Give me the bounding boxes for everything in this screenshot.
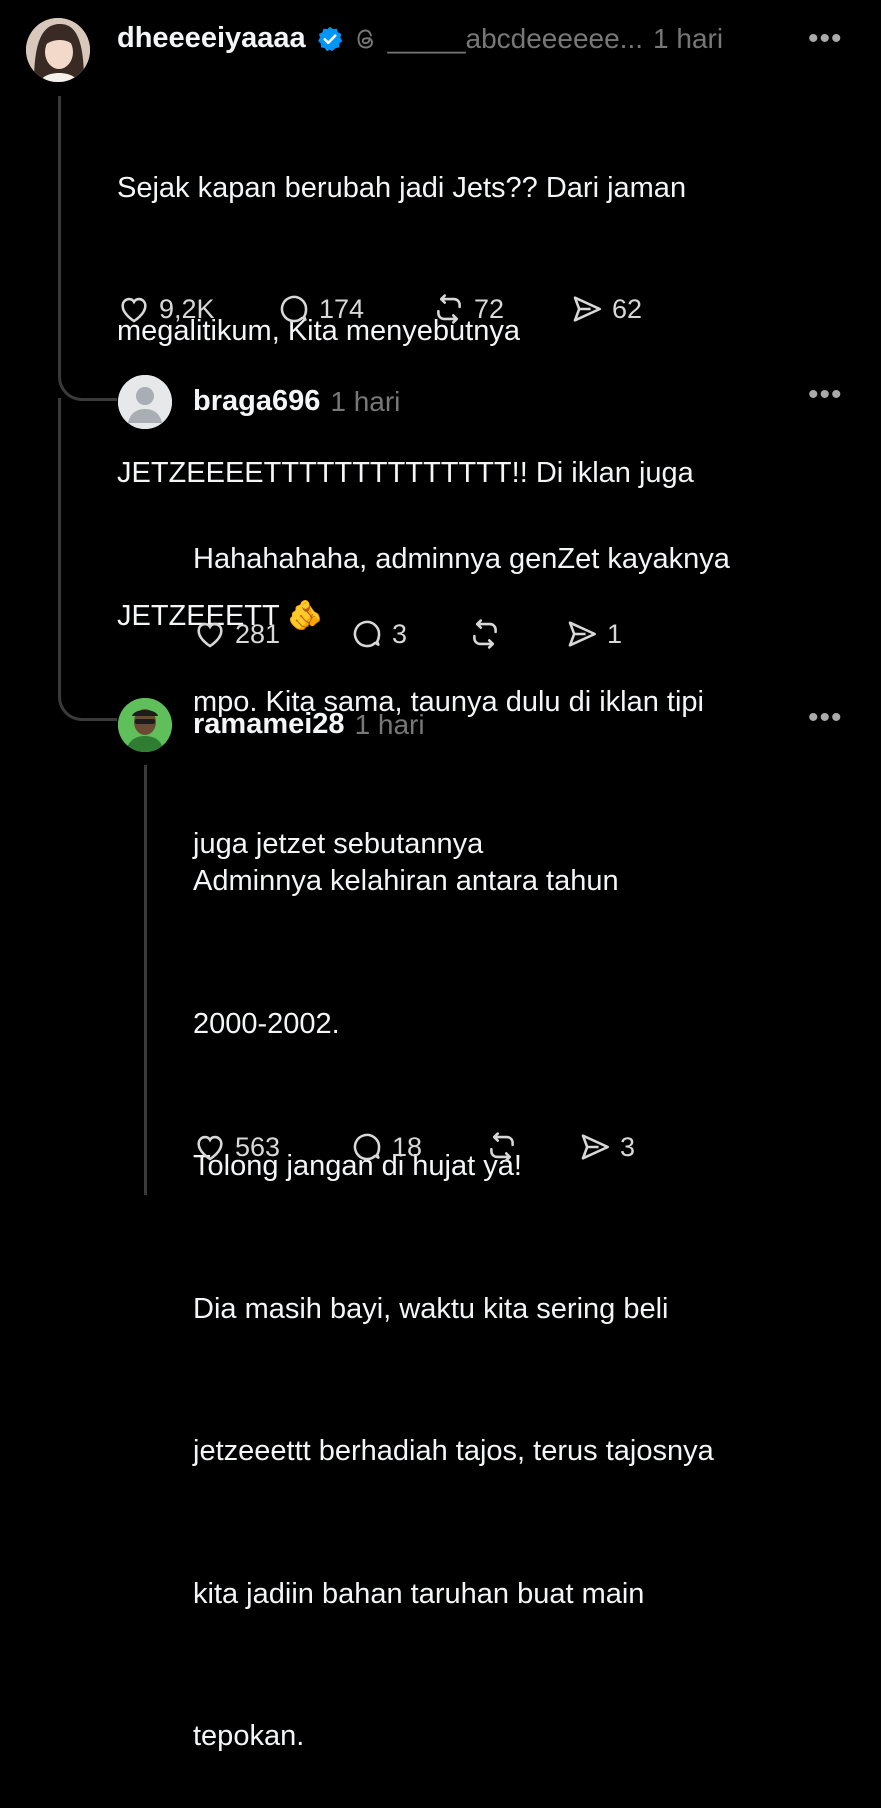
repost-button[interactable] [485,1130,578,1164]
thread-line-main [58,96,61,376]
reply-line: kita jadiin bahan taruhan buat main [193,1577,645,1610]
comment-button[interactable]: 3 [350,617,468,651]
repost-button[interactable] [468,617,565,651]
reply-username[interactable]: braga696 [193,385,320,418]
avatar[interactable] [26,18,90,82]
reply-connector-1 [58,360,117,401]
share-count: 62 [612,293,643,324]
share-send-icon [581,1134,610,1160]
comment-bubble-icon [280,295,308,323]
post-handle[interactable]: _____abcdeeeeee... [388,23,643,55]
comment-bubble-icon [353,620,381,648]
like-count: 563 [235,1131,281,1162]
comment-count: 174 [319,293,365,324]
reply-line: Hahahahaha, adminnya genZet kayaknya [193,543,730,575]
heart-icon [197,1135,223,1161]
repost-count: 72 [474,293,505,324]
post-time: 1 hari [653,22,724,54]
post-username[interactable]: dheeeeiyaaaa [117,22,306,55]
like-button[interactable]: 9,2K [117,292,277,326]
comment-button[interactable]: 174 [277,292,432,326]
repost-icon [473,619,497,649]
share-button[interactable]: 62 [570,292,642,326]
reply-connector-2 [58,680,117,721]
heart-icon [197,622,223,648]
reply-line: tepokan. [193,1720,305,1752]
reply-line: Adminnya kelahiran antara tahun [193,865,619,897]
more-options-icon[interactable]: ••• [808,701,843,735]
share-send-icon [573,296,602,322]
repost-icon [490,1132,514,1162]
reply-time: 1 hari [354,708,425,740]
more-options-icon[interactable]: ••• [808,378,843,412]
more-options-icon[interactable]: ••• [808,22,843,56]
verified-badge-icon [317,26,342,51]
like-count: 9,2K [159,293,215,324]
share-count: 3 [620,1131,636,1162]
repost-icon [437,294,461,324]
reply-time: 1 hari [330,385,401,417]
thread-line-main-lower [58,398,61,688]
heart-icon [121,297,147,323]
comment-count: 18 [392,1131,423,1162]
thread-line-reply-2 [144,765,147,1195]
like-button[interactable]: 281 [193,617,350,651]
repost-button[interactable]: 72 [432,292,570,326]
share-count: 1 [607,618,623,649]
avatar[interactable] [118,375,172,429]
reply-username[interactable]: ramamei28 [193,708,345,741]
reply-line: jetzeeettt berhadiah tajos, terus tajosn… [193,1435,714,1467]
like-count: 281 [235,618,281,649]
avatar[interactable] [118,698,172,752]
comment-button[interactable]: 18 [350,1130,485,1164]
share-send-icon [568,621,597,647]
comment-count: 3 [392,618,408,649]
comment-bubble-icon [353,1133,381,1161]
reply-line: 2000-2002. [193,1007,340,1040]
post-line: Sejak kapan berubah jadi Jets?? Dari jam… [117,172,687,204]
like-button[interactable]: 563 [193,1130,350,1164]
reply-body: Adminnya kelahiran antara tahun 2000-200… [193,763,853,1808]
share-button[interactable]: 1 [565,617,622,651]
reply-line: Dia masih bayi, waktu kita sering beli [193,1292,669,1325]
share-button[interactable]: 3 [578,1130,635,1164]
threads-logo-icon [357,29,373,48]
